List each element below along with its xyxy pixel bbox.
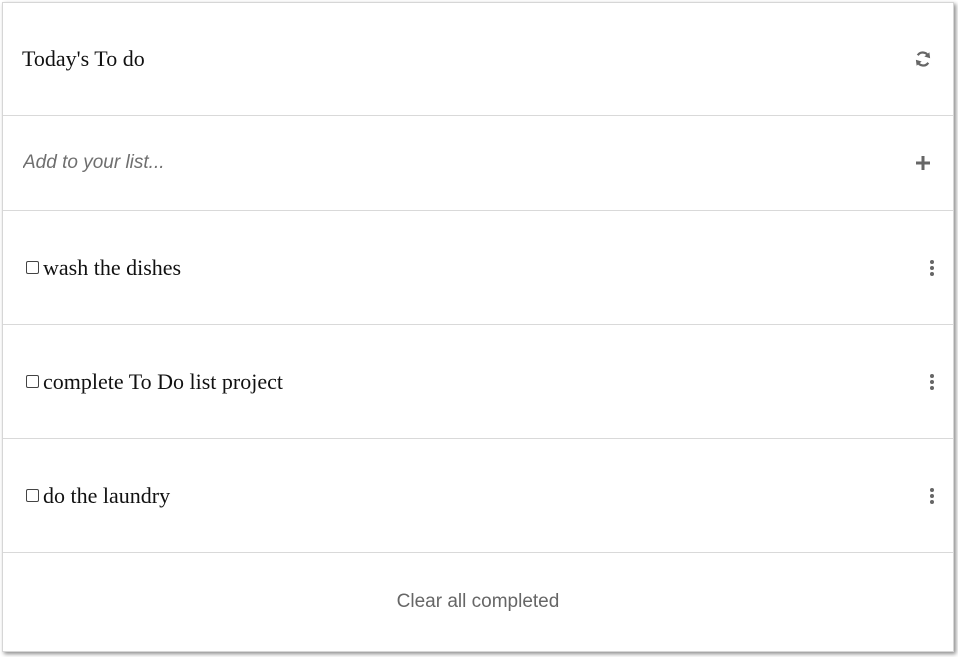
todo-header: Today's To do (3, 3, 953, 116)
todo-item-label: do the laundry (43, 482, 171, 508)
todo-checkbox[interactable] (26, 261, 39, 274)
todo-item-label: wash the dishes (43, 254, 182, 280)
todo-item: wash the dishes (3, 211, 953, 325)
todo-checkbox[interactable] (26, 375, 39, 388)
todo-item-content: wash the dishes (26, 255, 181, 281)
plus-icon[interactable] (911, 151, 935, 175)
add-item-row (3, 116, 953, 211)
todo-item-label: complete To Do list project (43, 368, 284, 394)
todo-item-content: do the laundry (26, 483, 170, 509)
todo-footer: Clear all completed (3, 553, 953, 648)
todo-item-content: complete To Do list project (26, 369, 283, 395)
todo-item: complete To Do list project (3, 325, 953, 439)
kebab-menu-icon[interactable] (927, 486, 937, 506)
todo-card: Today's To do wash the dishes (2, 2, 954, 652)
kebab-menu-icon[interactable] (927, 258, 937, 278)
todo-checkbox[interactable] (26, 489, 39, 502)
kebab-menu-icon[interactable] (927, 372, 937, 392)
page-title: Today's To do (22, 46, 145, 71)
refresh-icon[interactable] (911, 47, 935, 71)
clear-completed-button[interactable]: Clear all completed (397, 589, 560, 613)
add-item-input[interactable] (23, 152, 883, 174)
todo-item: do the laundry (3, 439, 953, 553)
